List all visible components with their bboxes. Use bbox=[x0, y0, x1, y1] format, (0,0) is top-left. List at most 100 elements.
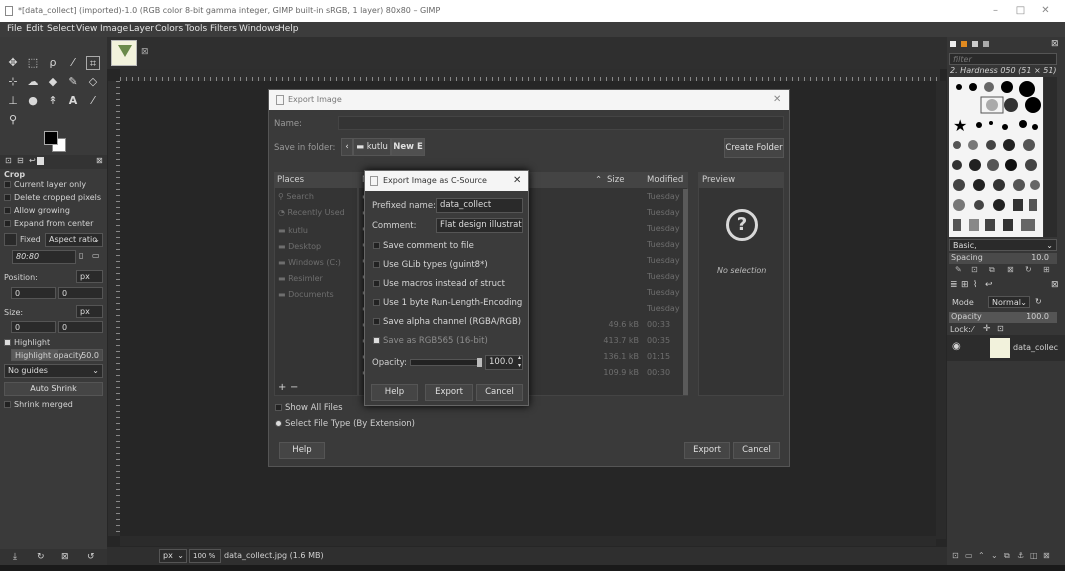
menu-colors[interactable]: Colors bbox=[155, 22, 183, 37]
brush-folder-icon[interactable]: ⊞ bbox=[1043, 265, 1050, 274]
guides-dropdown[interactable]: No guides ⌄ bbox=[4, 364, 103, 378]
horizontal-scrollbar[interactable] bbox=[120, 536, 936, 546]
dock-menu-icon[interactable]: ⊠ bbox=[1051, 39, 1059, 49]
expand-center-option[interactable]: Expand from center bbox=[4, 219, 93, 228]
highlight-option[interactable]: Highlight bbox=[4, 338, 50, 347]
undo-history-tab-icon[interactable]: ↩ bbox=[29, 156, 36, 165]
landscape-icon[interactable]: ▭ bbox=[92, 251, 100, 260]
export-help-button[interactable]: Help bbox=[279, 442, 325, 459]
menu-file[interactable]: File bbox=[7, 22, 22, 37]
comment-input[interactable]: Flat design illustratio bbox=[436, 218, 523, 233]
use-macros-checkbox[interactable] bbox=[373, 280, 380, 287]
position-y-input[interactable]: 0 bbox=[58, 287, 103, 299]
remove-place-button[interactable]: − bbox=[290, 382, 298, 393]
save-rgb565-option[interactable]: Save as RGB565 (16-bit) bbox=[373, 336, 488, 346]
save-options-icon[interactable]: ⤓ bbox=[13, 552, 17, 562]
image-tab-thumbnail[interactable] bbox=[111, 40, 137, 66]
add-place-button[interactable]: + bbox=[278, 382, 286, 393]
transform-tool-icon[interactable]: ⊹ bbox=[6, 75, 20, 89]
maximize-button[interactable]: □ bbox=[1008, 0, 1033, 22]
highlight-opacity-slider[interactable]: Highlight opacity 50.0 bbox=[11, 349, 103, 361]
unit-dropdown[interactable]: px ⌄ bbox=[159, 549, 187, 563]
show-all-files-checkbox[interactable] bbox=[275, 404, 282, 411]
size-unit-dropdown[interactable]: px bbox=[76, 305, 103, 318]
panel-menu-icon[interactable]: ⊠ bbox=[96, 156, 103, 165]
new-brush-icon[interactable]: ⊡ bbox=[971, 265, 978, 274]
create-folder-button[interactable]: Create Folder bbox=[724, 138, 784, 158]
restore-options-icon[interactable]: ↻ bbox=[37, 552, 45, 562]
zoom-tool-icon[interactable]: ⚲ bbox=[6, 113, 20, 127]
breadcrumb-kutlu[interactable]: ▬ kutlu bbox=[353, 138, 391, 156]
delete-options-icon[interactable]: ⊠ bbox=[61, 552, 69, 562]
current-layer-only-option[interactable]: Current layer only bbox=[4, 180, 86, 189]
allow-growing-checkbox[interactable] bbox=[4, 207, 11, 214]
position-unit-dropdown[interactable]: px bbox=[76, 270, 103, 283]
menu-filters[interactable]: Filters bbox=[210, 22, 237, 37]
clone-tool-icon[interactable]: ⊥ bbox=[6, 94, 20, 108]
save-comment-option[interactable]: Save comment to file bbox=[373, 241, 474, 251]
menu-layer[interactable]: Layer bbox=[129, 22, 154, 37]
save-alpha-checkbox[interactable] bbox=[373, 318, 380, 325]
device-status-tab-icon[interactable]: ⊟ bbox=[17, 156, 24, 165]
menu-select[interactable]: Select bbox=[47, 22, 75, 37]
size-y-input[interactable]: 0 bbox=[58, 321, 103, 333]
allow-growing-option[interactable]: Allow growing bbox=[4, 206, 70, 215]
layer-row[interactable]: ◉ data_collec bbox=[947, 335, 1065, 361]
portrait-icon[interactable]: ▯ bbox=[79, 251, 83, 260]
new-layer-icon[interactable]: ⊡ bbox=[952, 551, 959, 560]
export-cancel-button[interactable]: Cancel bbox=[733, 442, 780, 459]
paths-tool-icon[interactable]: ↟ bbox=[46, 94, 60, 108]
fonts-tab-icon[interactable] bbox=[972, 41, 978, 47]
menu-view[interactable]: View bbox=[76, 22, 97, 37]
expand-center-checkbox[interactable] bbox=[4, 220, 11, 227]
raise-layer-icon[interactable]: ⌃ bbox=[978, 551, 985, 560]
brush-grid-scrollbar[interactable] bbox=[1044, 77, 1057, 237]
menu-help[interactable]: Help bbox=[278, 22, 299, 37]
save-comment-checkbox[interactable] bbox=[373, 242, 380, 249]
refresh-brushes-icon[interactable]: ↻ bbox=[1025, 265, 1032, 274]
edit-brush-icon[interactable]: ✎ bbox=[955, 265, 962, 274]
opacity-slider-handle[interactable] bbox=[477, 358, 482, 367]
save-rgb565-checkbox[interactable] bbox=[373, 337, 380, 344]
spin-arrows-icon[interactable]: ▴ ▾ bbox=[518, 354, 521, 370]
csource-cancel-button[interactable]: Cancel bbox=[476, 384, 523, 401]
images-tab-icon[interactable] bbox=[37, 157, 44, 165]
place-search[interactable]: ⚲ Search bbox=[278, 192, 314, 201]
auto-shrink-button[interactable]: Auto Shrink bbox=[4, 382, 103, 396]
layer-opacity-slider[interactable]: Opacity 100.0 bbox=[949, 312, 1057, 323]
sort-ascending-icon[interactable]: ⌃ bbox=[595, 173, 602, 188]
brush-filter-input[interactable]: filter bbox=[949, 53, 1057, 65]
csource-close-icon[interactable]: ✕ bbox=[513, 171, 521, 191]
select-file-type-option[interactable]: Select File Type (By Extension) bbox=[275, 419, 415, 429]
mask-layer-icon[interactable]: ◫ bbox=[1030, 551, 1038, 560]
lasso-tool-icon[interactable]: ρ bbox=[46, 56, 60, 70]
export-button[interactable]: Export bbox=[684, 442, 730, 459]
save-alpha-option[interactable]: Save alpha channel (RGBA/RGB) bbox=[373, 317, 521, 327]
breadcrumb-new-e[interactable]: New E bbox=[391, 138, 425, 156]
prefixed-name-input[interactable]: data_collect bbox=[436, 198, 523, 213]
filename-input[interactable] bbox=[338, 116, 784, 130]
aspect-dropdown[interactable]: Aspect ratio ⌄ bbox=[45, 233, 103, 247]
menu-image[interactable]: Image bbox=[100, 22, 128, 37]
lock-alpha-icon[interactable]: ⊡ bbox=[997, 324, 1004, 333]
use-rle-option[interactable]: Use 1 byte Run-Length-Encoding bbox=[373, 298, 522, 308]
channels-tab-icon[interactable]: ⊞ bbox=[961, 280, 969, 290]
csource-help-button[interactable]: Help bbox=[371, 384, 418, 401]
file-list-scrollbar[interactable] bbox=[683, 189, 688, 395]
delete-layer-icon[interactable]: ⊠ bbox=[1043, 551, 1050, 560]
move-tool-icon[interactable]: ✥ bbox=[6, 56, 20, 70]
modified-column-header[interactable]: Modified bbox=[647, 173, 683, 188]
new-group-icon[interactable]: ▭ bbox=[965, 551, 973, 560]
aspect-ratio-input[interactable]: 80:80 bbox=[12, 250, 76, 264]
place-documents[interactable]: ▬ Documents bbox=[278, 290, 334, 299]
foreground-color-swatch[interactable] bbox=[44, 131, 58, 145]
menu-edit[interactable]: Edit bbox=[26, 22, 43, 37]
delete-cropped-option[interactable]: Delete cropped pixels bbox=[4, 193, 101, 202]
highlight-checkbox[interactable] bbox=[4, 339, 11, 346]
opacity-spinbox[interactable]: 100.0 ▴ ▾ bbox=[485, 354, 523, 370]
smudge-tool-icon[interactable]: ● bbox=[26, 94, 40, 108]
place-resimler[interactable]: ▬ Resimler bbox=[278, 274, 323, 283]
dock-tab-icon[interactable] bbox=[950, 41, 956, 47]
tool-options-tab-icon[interactable]: ⊡ bbox=[5, 156, 12, 165]
text-tool-icon[interactable]: A bbox=[66, 94, 80, 108]
